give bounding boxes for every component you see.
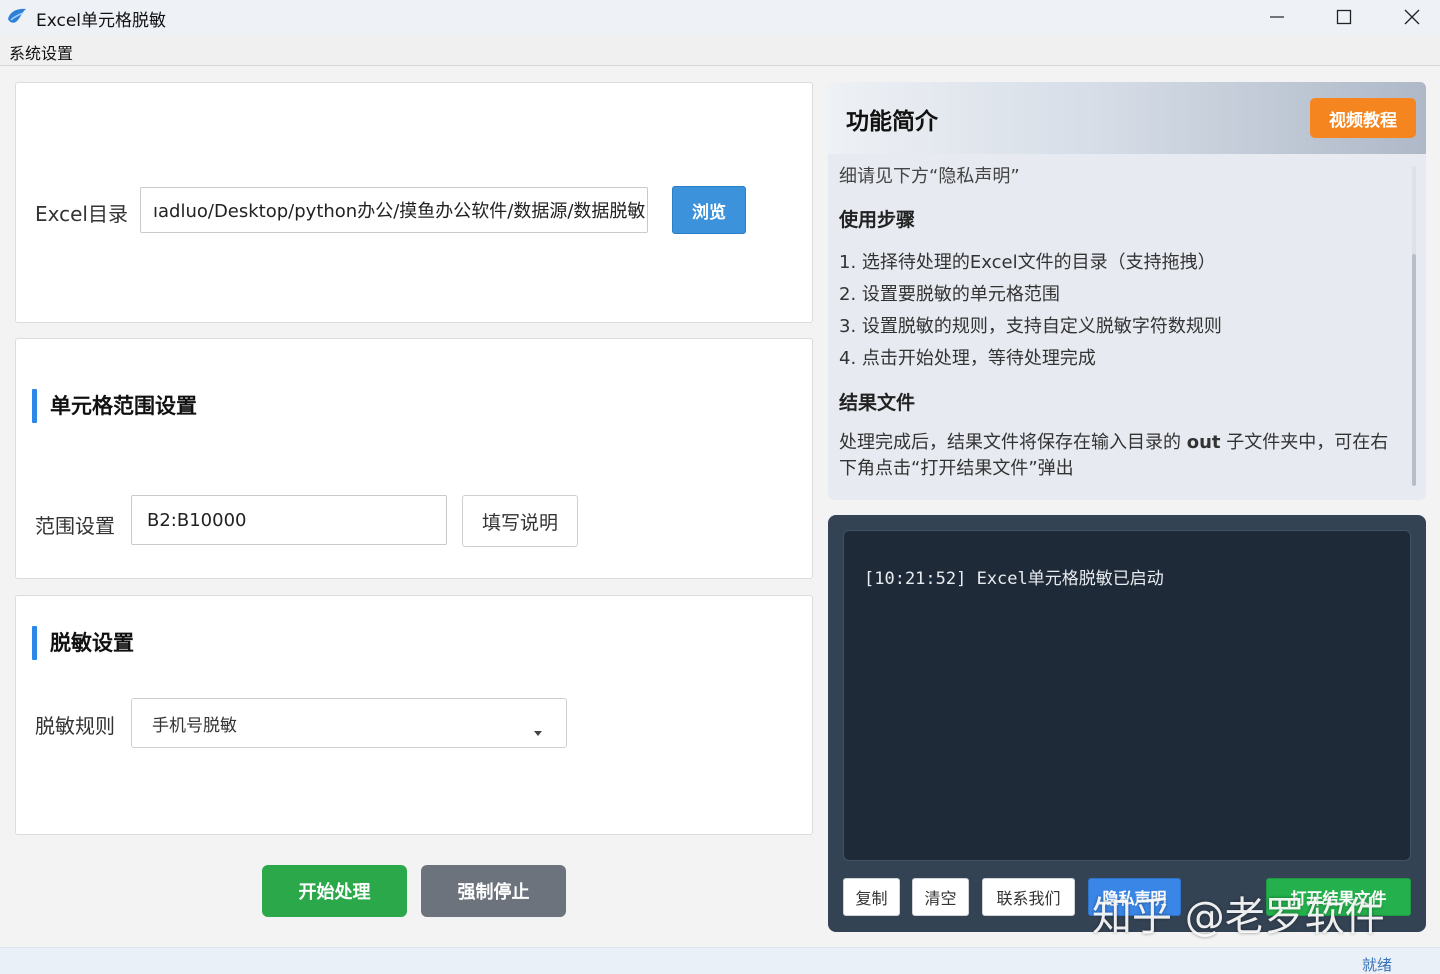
status-bar: 就绪 — [0, 947, 1440, 974]
step-item: 1. 选择待处理的Excel文件的目录（支持拖拽） — [839, 252, 1216, 273]
directory-panel: Excel目录 ıadluo/Desktop/python办公/摸鱼办公软件/数… — [15, 82, 813, 323]
start-button[interactable]: 开始处理 — [262, 865, 407, 917]
intro-scrollbar[interactable] — [1412, 166, 1416, 486]
step-item: 3. 设置脱敏的规则，支持自定义脱敏字符数规则 — [839, 316, 1222, 337]
log-output[interactable]: [10:21:52] Excel单元格脱敏已启动 — [843, 530, 1411, 861]
app-logo-icon — [6, 5, 28, 27]
intro-title: 功能简介 — [846, 109, 938, 135]
steps-heading: 使用步骤 — [839, 209, 916, 231]
window-title: Excel单元格脱敏 — [36, 11, 167, 31]
copy-button[interactable]: 复制 — [843, 878, 900, 916]
close-icon — [1404, 9, 1420, 25]
range-label: 范围设置 — [35, 514, 115, 538]
step-item: 2. 设置要脱敏的单元格范围 — [839, 284, 1060, 305]
minimize-icon — [1270, 16, 1284, 18]
intro-body[interactable]: 细请见下方“隐私声明” 使用步骤 1. 选择待处理的Excel文件的目录（支持拖… — [828, 154, 1426, 500]
intro-panel: 功能简介 视频教程 细请见下方“隐私声明” 使用步骤 1. 选择待处理的Exce… — [828, 82, 1426, 500]
menu-system-settings[interactable]: 系统设置 — [9, 40, 73, 64]
directory-input[interactable]: ıadluo/Desktop/python办公/摸鱼办公软件/数据源/数据脱敏 — [140, 187, 648, 233]
intro-scrollbar-thumb[interactable] — [1412, 254, 1416, 486]
contact-button[interactable]: 联系我们 — [982, 878, 1075, 916]
step-item: 4. 点击开始处理，等待处理完成 — [839, 348, 1096, 369]
title-bar: Excel单元格脱敏 — [0, 0, 1440, 34]
browse-button[interactable]: 浏览 — [672, 186, 746, 234]
masking-rule-label: 脱敏规则 — [35, 714, 115, 738]
chevron-down-icon — [534, 721, 542, 741]
log-line: [10:21:52] Excel单元格脱敏已启动 — [864, 569, 1164, 589]
intro-header: 功能简介 视频教程 — [828, 82, 1426, 154]
masking-rule-selected: 手机号脱敏 — [152, 715, 237, 736]
log-panel: [10:21:52] Excel单元格脱敏已启动 复制 清空 联系我们 隐私声明… — [828, 515, 1426, 932]
status-text: 就绪 — [1362, 956, 1393, 974]
watermark-text: 知乎 @老罗软件 — [1092, 894, 1385, 940]
minimize-button[interactable] — [1245, 0, 1309, 34]
intro-top-line: 细请见下方“隐私声明” — [839, 166, 1020, 187]
video-tutorial-button[interactable]: 视频教程 — [1310, 98, 1416, 138]
range-input[interactable]: B2:B10000 — [131, 495, 447, 545]
directory-label: Excel目录 — [35, 202, 128, 226]
range-panel: 单元格范围设置 范围设置 B2:B10000 填写说明 — [15, 338, 813, 579]
result-heading: 结果文件 — [839, 392, 916, 414]
range-help-button[interactable]: 填写说明 — [462, 495, 578, 547]
menu-bar: 系统设置 — [0, 34, 1440, 66]
masking-panel: 脱敏设置 脱敏规则 手机号脱敏 — [15, 595, 813, 835]
maximize-icon — [1336, 9, 1352, 25]
range-section-title: 单元格范围设置 — [32, 389, 197, 423]
result-description: 处理完成后，结果文件将保存在输入目录的 out 子文件夹中，可在右下角点击“打开… — [839, 432, 1389, 479]
maximize-button[interactable] — [1312, 0, 1376, 34]
close-button[interactable] — [1380, 0, 1440, 34]
clear-button[interactable]: 清空 — [912, 878, 969, 916]
masking-rule-select[interactable]: 手机号脱敏 — [131, 698, 567, 748]
stop-button[interactable]: 强制停止 — [421, 865, 566, 917]
masking-section-title: 脱敏设置 — [32, 626, 134, 660]
